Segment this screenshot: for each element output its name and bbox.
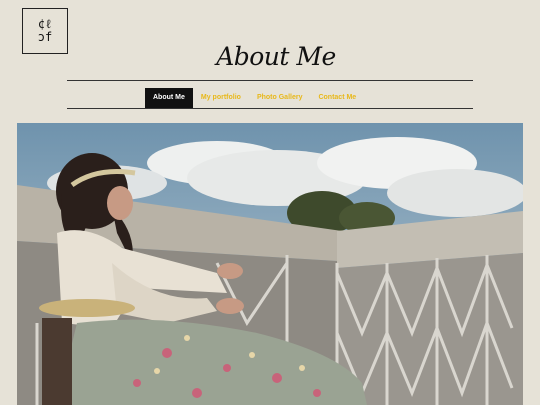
hero-photo-illustration (17, 123, 523, 405)
main-nav: About Me My portfolio Photo Gallery Cont… (145, 88, 364, 108)
page-title: About Me (216, 42, 336, 71)
nav-my-portfolio[interactable]: My portfolio (193, 88, 249, 108)
divider-top (67, 80, 473, 81)
divider-bottom (67, 108, 473, 109)
nav-contact-me[interactable]: Contact Me (310, 88, 364, 108)
nav-photo-gallery[interactable]: Photo Gallery (249, 88, 311, 108)
nav-about-me[interactable]: About Me (145, 88, 193, 108)
hero-photo (17, 123, 523, 405)
